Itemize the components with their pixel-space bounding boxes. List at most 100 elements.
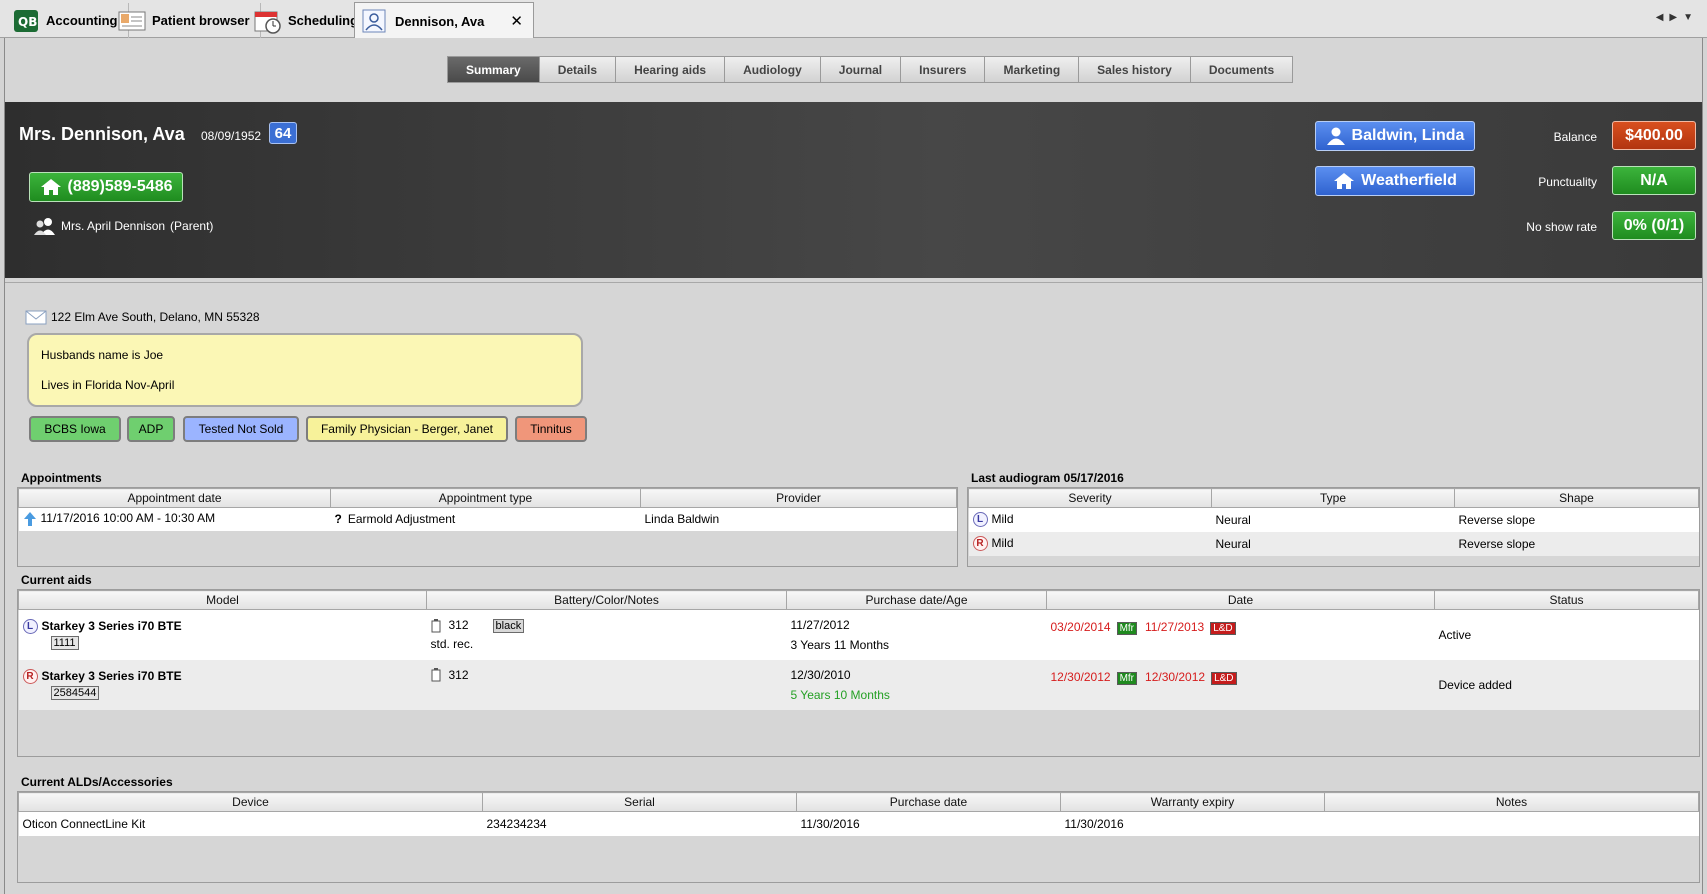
- location-button[interactable]: Weatherfield: [1315, 166, 1475, 196]
- tab-insurers[interactable]: Insurers: [901, 56, 986, 83]
- tab-summary[interactable]: Summary: [447, 56, 540, 83]
- table-row[interactable]: L Mild Neural Reverse slope: [968, 507, 1699, 532]
- right-ear-icon: R: [972, 536, 988, 552]
- table-row[interactable]: 11/17/2016 10:00 AM - 10:30 AM ? Earmold …: [18, 507, 957, 531]
- patient-dob: 08/09/1952: [201, 129, 262, 143]
- address-line[interactable]: 122 Elm Ave South, Delano, MN 55328: [25, 309, 260, 325]
- app-tab-patient-browser[interactable]: Patient browser: [112, 3, 261, 38]
- battery-size: 312: [448, 618, 469, 633]
- app-tab-accounting[interactable]: QB Accounting: [6, 3, 129, 38]
- alds-panel: Device Serial Purchase date Warranty exp…: [17, 791, 1700, 883]
- table-row[interactable]: L Starkey 3 Series i70 BTE 1111 312 black …: [18, 609, 1699, 660]
- tab-sales-history[interactable]: Sales history: [1079, 56, 1191, 83]
- app-tab-scheduling[interactable]: Scheduling: [248, 3, 370, 38]
- noshow-value[interactable]: 0% (0/1): [1612, 211, 1696, 240]
- app-tab-label: Accounting: [46, 13, 118, 28]
- column-header[interactable]: Provider: [640, 488, 957, 508]
- tag-tested-not-sold[interactable]: Tested Not Sold: [183, 416, 299, 442]
- ld-warranty-date: 12/30/2012: [1145, 669, 1206, 684]
- tab-marketing[interactable]: Marketing: [985, 56, 1080, 83]
- column-header[interactable]: Purchase date/Age: [786, 590, 1047, 610]
- provider-button[interactable]: Baldwin, Linda: [1315, 121, 1475, 151]
- column-header[interactable]: Appointment type: [330, 488, 641, 508]
- aid-color: black: [492, 619, 525, 634]
- aid-serial: 2584544: [50, 686, 100, 701]
- column-header[interactable]: Warranty expiry: [1060, 792, 1325, 812]
- punctuality-label: Punctuality: [1538, 175, 1597, 189]
- column-header[interactable]: Status: [1434, 590, 1699, 610]
- aid-notes: std. rec.: [430, 637, 474, 652]
- punctuality-value[interactable]: N/A: [1612, 166, 1696, 195]
- right-ear-icon: R: [22, 669, 38, 685]
- patient-name: Mrs. Dennison, Ava: [19, 124, 185, 144]
- column-header[interactable]: Type: [1211, 488, 1455, 508]
- tag-family-physician[interactable]: Family Physician - Berger, Janet: [306, 416, 508, 442]
- column-header[interactable]: Date: [1046, 590, 1435, 610]
- patient-header: Mrs. Dennison, Ava 08/09/1952 64 (889)58…: [5, 102, 1702, 278]
- provider-name: Baldwin, Linda: [1351, 127, 1465, 144]
- appointments-table: Appointment date Appointment type Provid…: [18, 488, 957, 531]
- aid-serial: 1111: [50, 636, 79, 651]
- column-header[interactable]: Shape: [1454, 488, 1699, 508]
- alds-title: Current ALDs/Accessories: [21, 775, 173, 789]
- tab-hearing-aids[interactable]: Hearing aids: [616, 56, 726, 83]
- ald-warranty: 11/30/2016: [1060, 811, 1325, 836]
- column-header[interactable]: Severity: [968, 488, 1212, 508]
- battery-icon: [431, 619, 440, 633]
- column-header[interactable]: Notes: [1324, 792, 1699, 812]
- aid-model: Starkey 3 Series i70 BTE: [41, 619, 182, 634]
- column-header[interactable]: Battery/Color/Notes: [426, 590, 787, 610]
- app-tab-label: Patient browser: [152, 13, 250, 28]
- column-header[interactable]: Serial: [482, 792, 797, 812]
- patient-icon: [361, 8, 389, 34]
- aid-status: Active: [1434, 609, 1699, 660]
- tag-adp[interactable]: ADP: [127, 416, 175, 442]
- app-tab-label: Scheduling: [288, 13, 359, 28]
- purchase-date: 11/27/2012: [790, 617, 850, 632]
- current-aids-panel: Model Battery/Color/Notes Purchase date/…: [17, 589, 1700, 757]
- audiogram-panel: Severity Type Shape L Mild Neural Reverse…: [967, 487, 1700, 567]
- column-header[interactable]: Appointment date: [18, 488, 331, 508]
- svg-text:QB: QB: [18, 15, 37, 29]
- column-header[interactable]: Purchase date: [796, 792, 1061, 812]
- ld-badge: L&D: [1211, 671, 1237, 685]
- accounting-icon: QB: [12, 8, 40, 34]
- balance-button[interactable]: $400.00: [1612, 121, 1696, 150]
- loss-type: Neural: [1211, 507, 1455, 532]
- aid-age: 3 Years 11 Months: [790, 637, 890, 652]
- phone-button[interactable]: (889)589-5486: [29, 172, 183, 202]
- note-line: Husbands name is Joe: [41, 348, 164, 362]
- tag-tinnitus[interactable]: Tinnitus: [515, 416, 587, 442]
- tab-journal[interactable]: Journal: [820, 56, 902, 83]
- app-tab-patient-dennison[interactable]: Dennison, Ava ✕: [354, 2, 534, 39]
- tab-documents[interactable]: Documents: [1190, 56, 1294, 83]
- column-header[interactable]: Device: [18, 792, 483, 812]
- tab-details[interactable]: Details: [539, 56, 617, 83]
- tab-audiology[interactable]: Audiology: [725, 56, 821, 83]
- aid-status: Device added: [1434, 659, 1699, 710]
- note-line: Lives in Florida Nov-April: [41, 378, 175, 392]
- location-name: Weatherfield: [1361, 172, 1457, 189]
- envelope-icon: [25, 310, 47, 325]
- table-row[interactable]: Oticon ConnectLine Kit 234234234 11/30/2…: [18, 811, 1699, 836]
- summary-body: 122 Elm Ave South, Delano, MN 55328 Husb…: [5, 282, 1702, 894]
- column-header[interactable]: Model: [18, 590, 427, 610]
- mfr-badge: Mfr: [1116, 671, 1138, 685]
- left-ear-icon: L: [972, 512, 988, 528]
- close-icon[interactable]: ✕: [510, 12, 523, 30]
- related-contact[interactable]: Mrs. April Dennison (Parent): [33, 216, 213, 236]
- table-row[interactable]: R Mild Neural Reverse slope: [968, 531, 1699, 556]
- ald-serial: 234234234: [482, 811, 797, 836]
- mfr-badge: Mfr: [1116, 622, 1138, 635]
- loss-shape: Reverse slope: [1454, 531, 1699, 556]
- patient-note[interactable]: Husbands name is Joe Lives in Florida No…: [27, 333, 583, 407]
- battery-size: 312: [448, 667, 469, 682]
- severity: Mild: [991, 535, 1014, 550]
- patient-age-badge: 64: [269, 122, 297, 144]
- person-icon: [1326, 127, 1345, 145]
- tag-bcbs-iowa[interactable]: BCBS Iowa: [29, 416, 121, 442]
- ld-warranty-date: 11/27/2013: [1145, 620, 1205, 634]
- table-row[interactable]: R Starkey 3 Series i70 BTE 2584544 312 12…: [18, 659, 1699, 710]
- tab-scroll-arrows[interactable]: ◀▶▼: [1656, 12, 1699, 23]
- mfr-warranty-date: 03/20/2014: [1050, 620, 1111, 634]
